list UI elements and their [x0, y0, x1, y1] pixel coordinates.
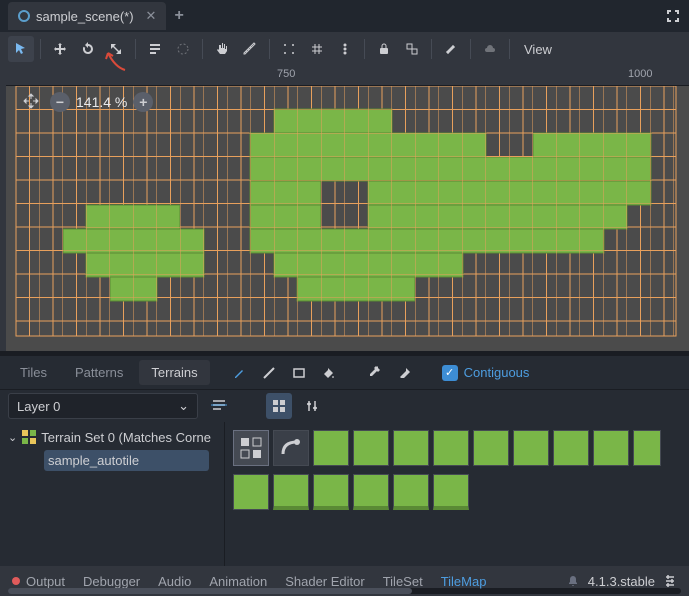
version-info: 4.1.3.stable	[566, 574, 677, 589]
list-tool[interactable]	[142, 36, 168, 62]
content-row: ⌄ Terrain Set 0 (Matches Corne sample_au…	[0, 422, 689, 566]
chevron-down-icon: ⌄	[178, 398, 189, 414]
status-tileset[interactable]: TileSet	[383, 574, 423, 589]
zoom-in-button[interactable]: +	[133, 92, 153, 112]
palette-tile[interactable]	[313, 474, 349, 510]
grid-view-button[interactable]	[266, 393, 292, 419]
snap-dots-tool[interactable]	[276, 36, 302, 62]
settings-icon[interactable]	[663, 574, 677, 588]
move-tool[interactable]	[47, 36, 73, 62]
tab-terrains[interactable]: Terrains	[139, 360, 209, 385]
status-audio[interactable]: Audio	[158, 574, 191, 589]
palette-tile[interactable]	[393, 474, 429, 510]
scene-tab-label: sample_scene(*)	[36, 9, 134, 24]
rotate-tool[interactable]	[75, 36, 101, 62]
layer-select-label: Layer 0	[17, 399, 60, 414]
checkbox-icon: ✓	[442, 365, 458, 381]
tab-bar: sample_scene(*) ✕ +	[0, 0, 689, 32]
palette-path-tool[interactable]	[273, 430, 309, 466]
palette-tile[interactable]	[513, 430, 549, 466]
grid-snap-tool[interactable]	[304, 36, 330, 62]
options-icon[interactable]	[332, 36, 358, 62]
autotile-label: sample_autotile	[48, 453, 139, 468]
palette-tile[interactable]	[433, 430, 469, 466]
tab-tiles[interactable]: Tiles	[8, 360, 59, 385]
tilemap-panel: Tiles Patterns Terrains ✓ Contiguous Lay…	[0, 356, 689, 566]
zoom-level[interactable]: 141.4 %	[76, 94, 127, 110]
status-animation[interactable]: Animation	[209, 574, 267, 589]
bell-icon[interactable]	[566, 574, 580, 588]
lock-icon[interactable]	[371, 36, 397, 62]
scene-icon	[18, 10, 30, 22]
scale-tool[interactable]	[103, 36, 129, 62]
layer-select[interactable]: Layer 0 ⌄	[8, 393, 198, 419]
picker-tool[interactable]	[362, 360, 388, 386]
chevron-down-icon: ⌄	[8, 431, 17, 444]
status-debugger[interactable]: Debugger	[83, 574, 140, 589]
dashed-tool[interactable]	[170, 36, 196, 62]
palette-tile[interactable]	[353, 430, 389, 466]
terrain-set-icon	[21, 429, 37, 445]
version-label: 4.1.3.stable	[588, 574, 655, 589]
ruler-tick-1000: 1000	[628, 68, 652, 80]
palette-tile[interactable]	[353, 474, 389, 510]
ruler-tick-750: 750	[277, 68, 295, 80]
palette-tile[interactable]	[273, 474, 309, 510]
scene-tab[interactable]: sample_scene(*) ✕	[8, 2, 166, 30]
palette-connect-tool[interactable]	[233, 430, 269, 466]
cloud-icon[interactable]	[477, 36, 503, 62]
status-tilemap[interactable]: TileMap	[441, 574, 487, 589]
view-menu[interactable]: View	[516, 42, 560, 57]
zoom-controls: − 141.4 % +	[50, 92, 153, 112]
paint-tool[interactable]	[226, 360, 252, 386]
output-indicator	[12, 577, 20, 585]
bone-icon[interactable]	[438, 36, 464, 62]
line-tool[interactable]	[256, 360, 282, 386]
select-tool[interactable]	[8, 36, 34, 62]
terrain-set-label: Terrain Set 0 (Matches Corne	[41, 430, 211, 445]
palette-tile[interactable]	[633, 430, 661, 466]
center-view-icon[interactable]	[22, 92, 40, 110]
tab-patterns[interactable]: Patterns	[63, 360, 135, 385]
status-output[interactable]: Output	[26, 574, 65, 589]
panel-tabs: Tiles Patterns Terrains ✓ Contiguous	[0, 356, 689, 390]
close-tab-icon[interactable]: ✕	[146, 8, 157, 24]
palette-tile[interactable]	[233, 474, 269, 510]
rect-tool[interactable]	[286, 360, 312, 386]
palette-tile[interactable]	[313, 430, 349, 466]
eraser-tool[interactable]	[392, 360, 418, 386]
main-toolbar: View	[0, 32, 689, 66]
contiguous-label: Contiguous	[464, 365, 530, 380]
terrain-set-item[interactable]: ⌄ Terrain Set 0 (Matches Corne	[4, 426, 220, 448]
palette-tile[interactable]	[393, 430, 429, 466]
status-shader[interactable]: Shader Editor	[285, 574, 365, 589]
autotile-item[interactable]: sample_autotile	[44, 450, 209, 471]
expand-icon[interactable]	[665, 8, 681, 24]
canvas[interactable]	[6, 86, 689, 351]
palette-tile[interactable]	[553, 430, 589, 466]
group-icon[interactable]	[399, 36, 425, 62]
pan-tool[interactable]	[209, 36, 235, 62]
palette-tile[interactable]	[593, 430, 629, 466]
terrain-tree: ⌄ Terrain Set 0 (Matches Corne sample_au…	[0, 422, 225, 566]
highlight-layer-button[interactable]	[206, 393, 232, 419]
bucket-tool[interactable]	[316, 360, 342, 386]
tile-palette	[225, 422, 689, 566]
settings-button[interactable]	[300, 393, 326, 419]
zoom-out-button[interactable]: −	[50, 92, 70, 112]
ruler-tool[interactable]	[237, 36, 263, 62]
contiguous-checkbox[interactable]: ✓ Contiguous	[442, 365, 530, 381]
palette-tile[interactable]	[473, 430, 509, 466]
viewport[interactable]: 750 1000	[0, 66, 689, 351]
ruler-horizontal: 750 1000	[0, 66, 689, 86]
palette-tile[interactable]	[433, 474, 469, 510]
layer-row: Layer 0 ⌄	[0, 390, 689, 422]
add-tab-button[interactable]: +	[174, 7, 183, 25]
